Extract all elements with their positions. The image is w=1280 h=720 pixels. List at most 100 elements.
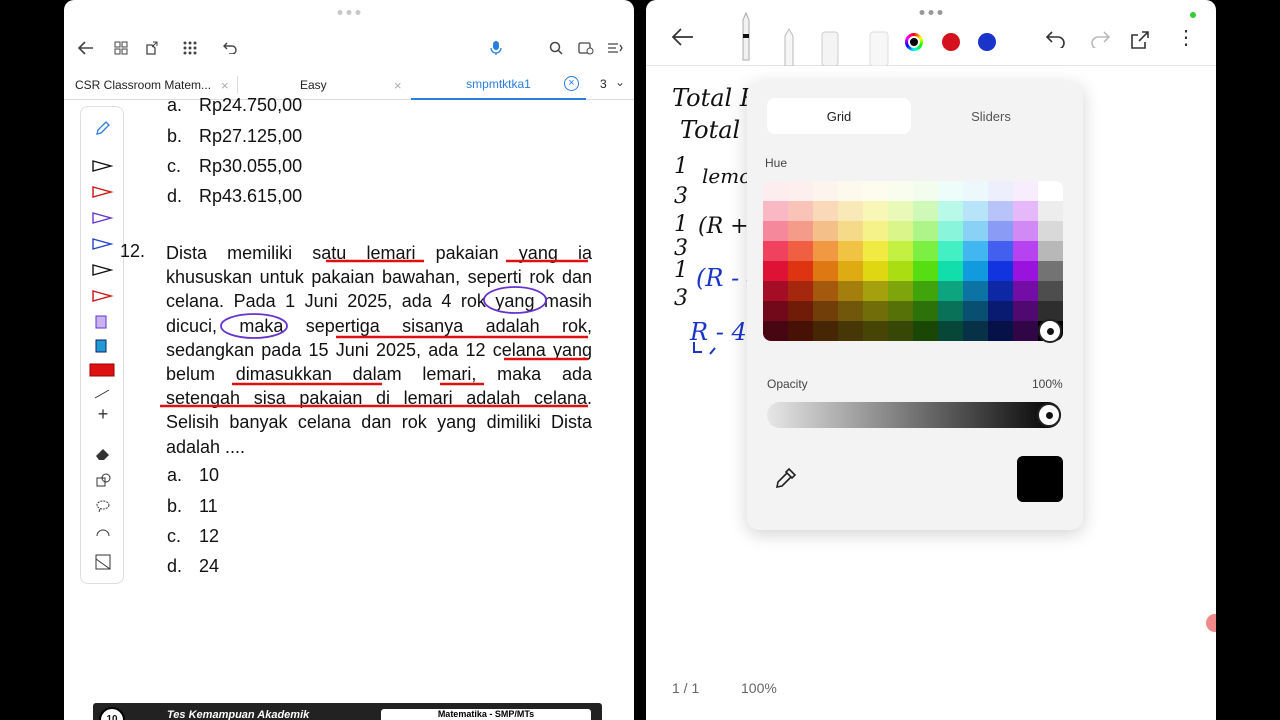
color-cell[interactable] [813,281,838,301]
color-cell[interactable] [888,261,913,281]
color-cell[interactable] [963,321,988,341]
color-cell[interactable] [863,321,888,341]
color-cell[interactable] [988,261,1013,281]
close-tab-icon[interactable]: × [394,78,402,93]
color-cell[interactable] [1038,241,1063,261]
color-cell[interactable] [788,241,813,261]
color-cell[interactable] [1013,201,1038,221]
color-cell[interactable] [838,181,863,201]
pencil-icon[interactable] [782,27,796,72]
highlighter-icon[interactable] [820,30,840,72]
color-cell[interactable] [1013,221,1038,241]
color-cell[interactable] [938,261,963,281]
color-cell[interactable] [763,321,788,341]
apps-grid-icon[interactable] [180,38,200,58]
color-cell[interactable] [863,181,888,201]
tab-easy[interactable]: Easy [300,70,340,100]
color-cell[interactable] [863,201,888,221]
color-cell[interactable] [813,241,838,261]
color-cell[interactable] [788,261,813,281]
color-cell[interactable] [988,241,1013,261]
color-cell[interactable] [913,321,938,341]
color-cell[interactable] [888,281,913,301]
color-grid[interactable] [763,181,1063,341]
color-cell[interactable] [1038,201,1063,221]
back-arrow-icon[interactable] [76,38,96,58]
fountain-pen-icon[interactable] [738,11,754,70]
color-cell[interactable] [963,241,988,261]
color-swatch-red[interactable] [942,33,960,51]
color-cell[interactable] [813,301,838,321]
color-cell[interactable] [813,201,838,221]
color-cell[interactable] [938,281,963,301]
color-cell[interactable] [1013,281,1038,301]
undo-icon[interactable] [220,38,240,58]
color-cell[interactable] [888,301,913,321]
opacity-slider[interactable] [767,402,1061,428]
thumbnails-icon[interactable] [111,38,131,58]
share-icon[interactable] [1130,30,1150,56]
color-cell[interactable] [1013,301,1038,321]
color-cell[interactable] [888,221,913,241]
color-cell[interactable] [1013,241,1038,261]
microphone-icon[interactable] [486,38,506,58]
color-cell[interactable] [838,201,863,221]
color-cell[interactable] [888,201,913,221]
color-cell[interactable] [913,261,938,281]
color-cell[interactable] [888,181,913,201]
color-cell[interactable] [763,281,788,301]
color-cell[interactable] [1038,281,1063,301]
tab-sliders[interactable]: Sliders [919,98,1063,134]
color-cell[interactable] [838,241,863,261]
tab-grid[interactable]: Grid [767,98,911,134]
color-cell[interactable] [988,321,1013,341]
color-cell[interactable] [813,221,838,241]
color-cell[interactable] [763,221,788,241]
color-cell[interactable] [963,221,988,241]
color-cell[interactable] [963,261,988,281]
color-cell[interactable] [1013,261,1038,281]
color-cell[interactable] [763,201,788,221]
color-cell[interactable] [838,221,863,241]
tab-count[interactable]: 3 [600,77,607,91]
color-cell[interactable] [788,221,813,241]
opacity-slider-thumb[interactable] [1037,403,1061,427]
color-cell[interactable] [1038,301,1063,321]
color-swatch-blue[interactable] [978,33,996,51]
color-cell[interactable] [788,181,813,201]
color-cell[interactable] [913,241,938,261]
color-cell[interactable] [813,181,838,201]
screen-record-icon[interactable] [576,38,596,58]
zoom-level[interactable]: 100% [741,680,777,696]
back-arrow-icon[interactable] [671,28,694,52]
close-active-tab-icon[interactable]: × [564,76,579,91]
color-cell[interactable] [788,301,813,321]
color-cell[interactable] [938,241,963,261]
color-cell[interactable] [913,301,938,321]
color-cell[interactable] [838,281,863,301]
menu-list-icon[interactable] [605,38,625,58]
color-cell[interactable] [863,241,888,261]
color-cell[interactable] [938,201,963,221]
color-cell[interactable] [938,221,963,241]
color-cell[interactable] [888,241,913,261]
color-cell[interactable] [788,201,813,221]
color-cell[interactable] [1038,181,1063,201]
color-cell[interactable] [1013,321,1038,341]
eyedropper-icon[interactable] [775,467,797,494]
color-cell[interactable] [938,181,963,201]
color-cell[interactable] [763,181,788,201]
color-cell[interactable] [963,281,988,301]
color-cell[interactable] [888,321,913,341]
color-cell[interactable] [863,301,888,321]
chevron-down-icon[interactable]: ⌄ [615,75,625,89]
color-grid-selection-knob[interactable] [1038,319,1062,343]
color-cell[interactable] [813,261,838,281]
color-cell[interactable] [763,301,788,321]
color-cell[interactable] [863,221,888,241]
color-cell[interactable] [988,301,1013,321]
color-cell[interactable] [863,261,888,281]
eraser-icon[interactable] [868,30,890,72]
more-options-icon[interactable]: ⋮ [1176,28,1196,48]
color-cell[interactable] [988,281,1013,301]
